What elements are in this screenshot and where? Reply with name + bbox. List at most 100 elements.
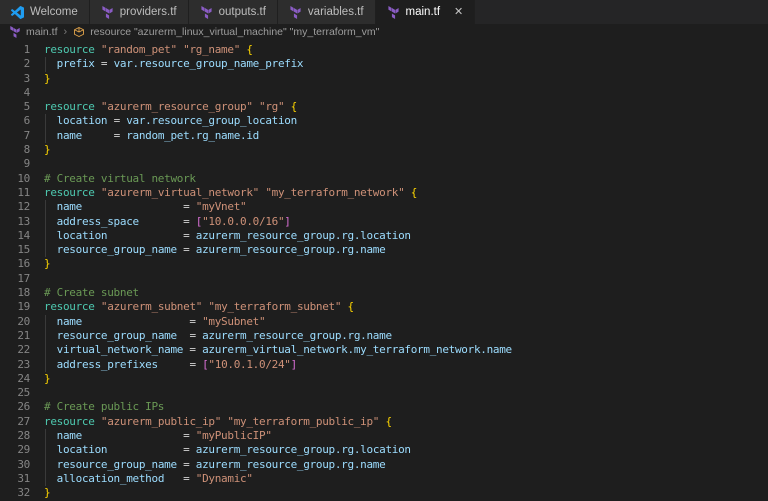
vscode-window: Welcome providers.tf outputs.tf variables.t… <box>0 0 768 501</box>
terraform-icon <box>289 5 302 19</box>
vscode-icon <box>11 5 24 19</box>
close-icon[interactable]: ✕ <box>454 6 463 18</box>
code-line[interactable]: 26 # Create public IPs <box>0 400 768 414</box>
code-line[interactable]: 17 <box>0 272 768 286</box>
indent-guide <box>45 243 46 258</box>
line-number: 1 <box>23 43 31 56</box>
indent-guide <box>45 429 46 444</box>
code-text: resource "azurerm_public_ip" "my_terrafo… <box>44 414 392 428</box>
code-line[interactable]: 4 <box>0 86 768 100</box>
line-number: 15 <box>17 243 30 257</box>
code-line[interactable]: 21 resource_group_name = azurerm_resourc… <box>0 328 768 344</box>
line-number: 20 <box>17 314 30 328</box>
tab-label: Welcome <box>30 6 78 18</box>
code-line[interactable]: 1 resource "random_pet" "rg_name" { <box>0 43 768 57</box>
code-line[interactable]: 22 virtual_network_name = azurerm_virtua… <box>0 343 768 358</box>
indent-guide <box>45 128 46 144</box>
code-text: location = var.resource_group_location <box>56 114 298 128</box>
code-line[interactable]: 7 name = random_pet.rg_name.id <box>0 128 768 144</box>
code-line[interactable]: 16} <box>0 257 768 271</box>
terraform-icon <box>387 5 400 19</box>
code-line[interactable]: 6 location = var.resource_group_location <box>0 114 768 129</box>
indent-guide <box>45 200 46 215</box>
line-number: 10 <box>17 171 30 185</box>
line-number: 28 <box>17 429 30 443</box>
tab-label: variables.tf <box>307 6 364 18</box>
line-number: 18 <box>17 286 30 300</box>
code-line[interactable]: 32} <box>0 486 768 500</box>
line-number: 29 <box>17 443 30 457</box>
line-number: 8 <box>23 143 31 157</box>
line-number: 14 <box>17 228 30 242</box>
code-line[interactable]: 3} <box>0 72 768 86</box>
indent-guide <box>45 214 46 229</box>
line-number: 30 <box>17 457 30 471</box>
code-line[interactable]: 12 name = "myVnet" <box>0 200 768 215</box>
line-number: 19 <box>17 300 30 314</box>
code-text: virtual_network_name = azurerm_virtual_n… <box>56 343 513 357</box>
code-text: address_space = ["10.0.0.0/16"] <box>56 214 291 228</box>
tab-label: providers.tf <box>119 6 177 18</box>
indent-guide <box>45 357 46 372</box>
tab-variables-tf[interactable]: variables.tf <box>277 0 376 24</box>
code-line[interactable]: 9 <box>0 157 768 171</box>
line-number: 3 <box>23 71 31 85</box>
tab-main-tf[interactable]: main.tf ✕ <box>375 0 476 24</box>
code-line[interactable]: 31 allocation_method = "Dynamic" <box>0 471 768 487</box>
tab-providers-tf[interactable]: providers.tf <box>89 0 189 24</box>
line-number: 25 <box>17 386 30 400</box>
code-line[interactable]: 24} <box>0 372 768 386</box>
line-number: 27 <box>17 414 30 428</box>
tab-Welcome[interactable]: Welcome <box>0 0 90 24</box>
line-number: 13 <box>17 214 30 228</box>
code-text: location = azurerm_resource_group.rg.loc… <box>56 443 411 457</box>
code-line[interactable]: 29 location = azurerm_resource_group.rg.… <box>0 443 768 458</box>
code-line[interactable]: 28 name = "myPublicIP" <box>0 429 768 444</box>
tab-label: main.tf <box>405 6 441 18</box>
code-text: resource_group_name = azurerm_resource_g… <box>56 243 386 257</box>
line-number: 21 <box>17 328 30 342</box>
line-number: 6 <box>23 114 31 128</box>
indent-guide <box>45 471 46 487</box>
indent-guide <box>45 457 46 472</box>
code-text: resource_group_name = azurerm_resource_g… <box>56 328 392 342</box>
code-line[interactable]: 20 name = "mySubnet" <box>0 314 768 329</box>
code-line[interactable]: 18 # Create subnet <box>0 286 768 300</box>
code-line[interactable]: 13 address_space = ["10.0.0.0/16"] <box>0 214 768 229</box>
breadcrumb: main.tf › resource "azurerm_linux_virtua… <box>0 24 768 40</box>
code-line[interactable]: 25 <box>0 386 768 400</box>
code-line[interactable]: 30 resource_group_name = azurerm_resourc… <box>0 457 768 472</box>
indent-guide <box>45 314 46 329</box>
code-line[interactable]: 27 resource "azurerm_public_ip" "my_terra… <box>0 415 768 429</box>
code-editor[interactable]: 1 resource "random_pet" "rg_name" {2 pref… <box>0 40 768 501</box>
code-text: } <box>44 486 51 500</box>
breadcrumb-symbol[interactable]: resource "azurerm_linux_virtual_machine"… <box>90 26 379 38</box>
code-line[interactable]: 11 resource "azurerm_virtual_network" "my… <box>0 186 768 200</box>
symbol-field-icon <box>73 26 85 38</box>
code-line[interactable]: 23 address_prefixes = ["10.0.1.0/24"] <box>0 357 768 372</box>
line-number: 22 <box>17 343 30 357</box>
line-number: 7 <box>23 128 31 142</box>
code-line[interactable]: 10 # Create virtual network <box>0 172 768 186</box>
code-line[interactable]: 8} <box>0 143 768 157</box>
line-number: 9 <box>23 157 31 171</box>
code-line[interactable]: 5 resource "azurerm_resource_group" "rg" … <box>0 100 768 114</box>
chevron-right-icon: › <box>63 26 68 38</box>
code-line[interactable]: 15 resource_group_name = azurerm_resourc… <box>0 243 768 258</box>
terraform-icon <box>101 5 114 19</box>
terraform-icon <box>200 5 213 19</box>
breadcrumb-file[interactable]: main.tf <box>26 26 58 38</box>
code-text: resource "azurerm_virtual_network" "my_t… <box>44 185 418 199</box>
code-line[interactable]: 14 location = azurerm_resource_group.rg.… <box>0 228 768 244</box>
code-line[interactable]: 2 prefix = var.resource_group_name_prefi… <box>0 57 768 72</box>
code-text: } <box>44 371 51 385</box>
line-number: 2 <box>23 57 31 71</box>
code-text: resource "random_pet" "rg_name" { <box>44 43 253 56</box>
code-text: name = "mySubnet" <box>56 314 266 328</box>
indent-guide <box>45 57 46 72</box>
code-line[interactable]: 19 resource "azurerm_subnet" "my_terrafor… <box>0 300 768 314</box>
tab-outputs-tf[interactable]: outputs.tf <box>188 0 278 24</box>
code-text: address_prefixes = ["10.0.1.0/24"] <box>56 357 298 371</box>
line-number: 26 <box>17 400 30 414</box>
code-text: name = "myVnet" <box>56 200 247 214</box>
